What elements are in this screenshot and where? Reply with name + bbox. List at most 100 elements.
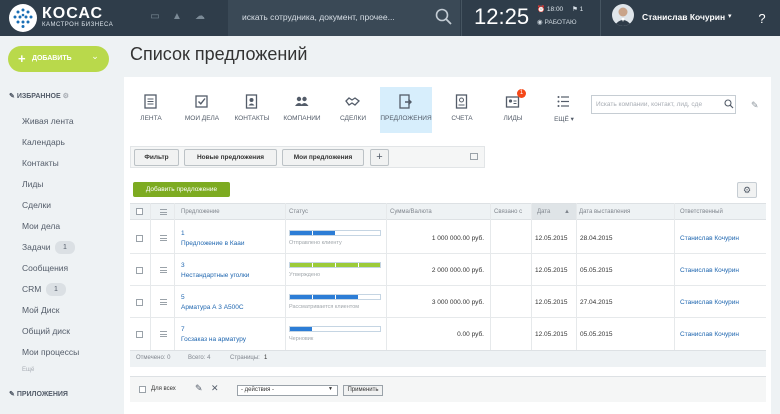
global-search-input[interactable]: искать сотрудника, документ, прочее... (242, 12, 395, 22)
offer-number[interactable]: 7 (181, 326, 185, 333)
global-search[interactable]: искать сотрудника, документ, прочее... (228, 0, 460, 36)
row-divider (130, 317, 766, 318)
offer-title[interactable]: Арматура А 3 А500С (181, 304, 244, 311)
cloud-icon[interactable]: ☁ (193, 11, 207, 23)
chevron-down-icon[interactable]: ▼ (328, 386, 333, 392)
col-offer[interactable]: Предложение (181, 209, 220, 215)
sidebar-item-deals[interactable]: Сделки (22, 200, 51, 210)
actions-select[interactable]: - действия - (237, 385, 338, 396)
menu-icon[interactable] (160, 209, 167, 215)
new-offers-filter[interactable]: Новые предложения (184, 149, 277, 166)
select-all-checkbox[interactable] (136, 208, 143, 215)
sidebar-item-my-drive[interactable]: Мой Диск (22, 305, 60, 315)
status-progress[interactable] (289, 230, 381, 236)
bell-icon[interactable]: ▲ (170, 11, 184, 23)
add-filter-button[interactable]: + (370, 149, 389, 166)
add-offer-button[interactable]: Добавить предложение (133, 182, 230, 197)
row-checkbox[interactable] (136, 235, 143, 242)
status-text: Утверждено (289, 272, 321, 278)
gear-icon[interactable]: ⚙ (737, 182, 757, 198)
help-icon[interactable]: ? (751, 8, 773, 30)
search-icon[interactable] (434, 7, 454, 27)
status-progress[interactable] (289, 294, 381, 300)
sidebar-item-my-tasks[interactable]: Мои дела (22, 221, 60, 231)
sidebar-item-feed[interactable]: Живая лента (22, 116, 74, 126)
pin-icon[interactable]: ✎ (751, 100, 759, 111)
responsible-link[interactable]: Станислав Кочурин (680, 235, 739, 242)
column-separator (576, 203, 577, 350)
status-progress[interactable] (289, 326, 381, 332)
sidebar-item-crm[interactable]: CRM (22, 284, 41, 294)
tasks-counter[interactable]: ⚑ 1 (572, 5, 583, 13)
sidebar-item-calendar[interactable]: Календарь (22, 137, 65, 147)
chat-icon[interactable]: ▭ (148, 11, 162, 23)
crm-tab-feed[interactable]: ЛЕНТА (125, 87, 177, 133)
row-checkbox[interactable] (136, 267, 143, 274)
offer-number[interactable]: 3 (181, 262, 185, 269)
col-sum[interactable]: Сумма/Валюта (390, 209, 432, 215)
crm-tab-deals[interactable]: СДЕЛКИ (327, 87, 379, 133)
crm-tab-my-tasks[interactable]: МОИ ДЕЛА (176, 87, 228, 133)
add-button[interactable]: + ДОБАВИТЬ ⌄ (8, 46, 109, 72)
filter-button[interactable]: Фильтр (134, 149, 179, 166)
sidebar-more[interactable]: Ещё (22, 367, 34, 373)
chevron-down-icon[interactable]: ⌄ (88, 51, 102, 65)
sidebar-item-shared-drive[interactable]: Общий диск (22, 326, 70, 336)
apps-header[interactable]: ✎ ПРИЛОЖЕНИЯ (9, 390, 68, 398)
crm-tab-leads[interactable]: 1 ЛИДЫ (487, 87, 539, 133)
responsible-link[interactable]: Станислав Кочурин (680, 331, 739, 338)
offer-title[interactable]: Предложение в Кааи (181, 240, 244, 247)
segment-divider (312, 263, 313, 267)
status-progress[interactable] (289, 262, 381, 268)
gear-icon[interactable]: ⚙ (63, 93, 69, 100)
chevron-down-icon[interactable]: ▾ (728, 12, 732, 20)
search-icon[interactable] (724, 99, 734, 109)
work-status[interactable]: ◉ РАБОТАЮ (537, 18, 577, 26)
alarm-time[interactable]: ⏰ 18:00 (537, 5, 563, 13)
tasks-counter-value: 1 (579, 6, 584, 13)
offer-title[interactable]: Госзаказ на арматуру (181, 336, 246, 343)
menu-icon[interactable] (160, 331, 167, 337)
user-name[interactable]: Станислав Кочурин (642, 12, 725, 22)
sidebar-item-my-processes[interactable]: Мои процессы (22, 347, 79, 357)
crm-tab-invoices[interactable]: СЧЕТА (436, 87, 488, 133)
col-linked[interactable]: Связано с (494, 209, 522, 215)
sidebar-item-tasks[interactable]: Задачи (22, 242, 51, 252)
apply-button[interactable]: Применить (343, 385, 383, 396)
offer-number[interactable]: 1 (181, 230, 185, 237)
crm-search-placeholder: Искать компании, контакт, лид, сде (596, 101, 703, 108)
menu-icon[interactable] (160, 235, 167, 241)
row-divider (130, 285, 766, 286)
offer-title[interactable]: Нестандартные уголки (181, 272, 249, 279)
logo[interactable] (9, 4, 37, 32)
col-status[interactable]: Статус (289, 209, 308, 215)
segment-divider (335, 263, 336, 267)
col-date-issued[interactable]: Дата выставления (579, 209, 630, 215)
avatar[interactable] (612, 4, 634, 26)
row-checkbox[interactable] (136, 299, 143, 306)
page-number[interactable]: 1 (264, 355, 267, 361)
crm-tab-contacts[interactable]: КОНТАКТЫ (226, 87, 278, 133)
menu-icon[interactable] (160, 267, 167, 273)
crm-tab-companies[interactable]: КОМПАНИИ (276, 87, 328, 133)
clock[interactable]: 12:25 (474, 4, 529, 30)
crm-tab-more[interactable]: ЕЩЁ ▾ (538, 87, 590, 133)
sidebar-item-leads[interactable]: Лиды (22, 179, 43, 189)
sidebar-item-messages[interactable]: Сообщения (22, 263, 68, 273)
col-responsible[interactable]: Ответственный (680, 209, 723, 215)
delete-icon[interactable]: ✕ (211, 383, 219, 394)
crm-tab-quotes[interactable]: ПРЕДЛОЖЕНИЯ (380, 87, 432, 133)
col-date[interactable]: Дата (537, 209, 550, 215)
menu-icon[interactable] (160, 299, 167, 305)
responsible-link[interactable]: Станислав Кочурин (680, 299, 739, 306)
my-offers-filter[interactable]: Мои предложения (282, 149, 364, 166)
row-checkbox[interactable] (136, 331, 143, 338)
sidebar-item-contacts[interactable]: Контакты (22, 158, 59, 168)
for-all-checkbox[interactable] (139, 386, 146, 393)
offer-number[interactable]: 5 (181, 294, 185, 301)
collapse-icon[interactable] (470, 153, 478, 160)
crm-search-input[interactable]: Искать компании, контакт, лид, сде (591, 95, 736, 114)
segment-divider (312, 295, 313, 299)
edit-icon[interactable]: ✎ (195, 383, 203, 394)
responsible-link[interactable]: Станислав Кочурин (680, 267, 739, 274)
